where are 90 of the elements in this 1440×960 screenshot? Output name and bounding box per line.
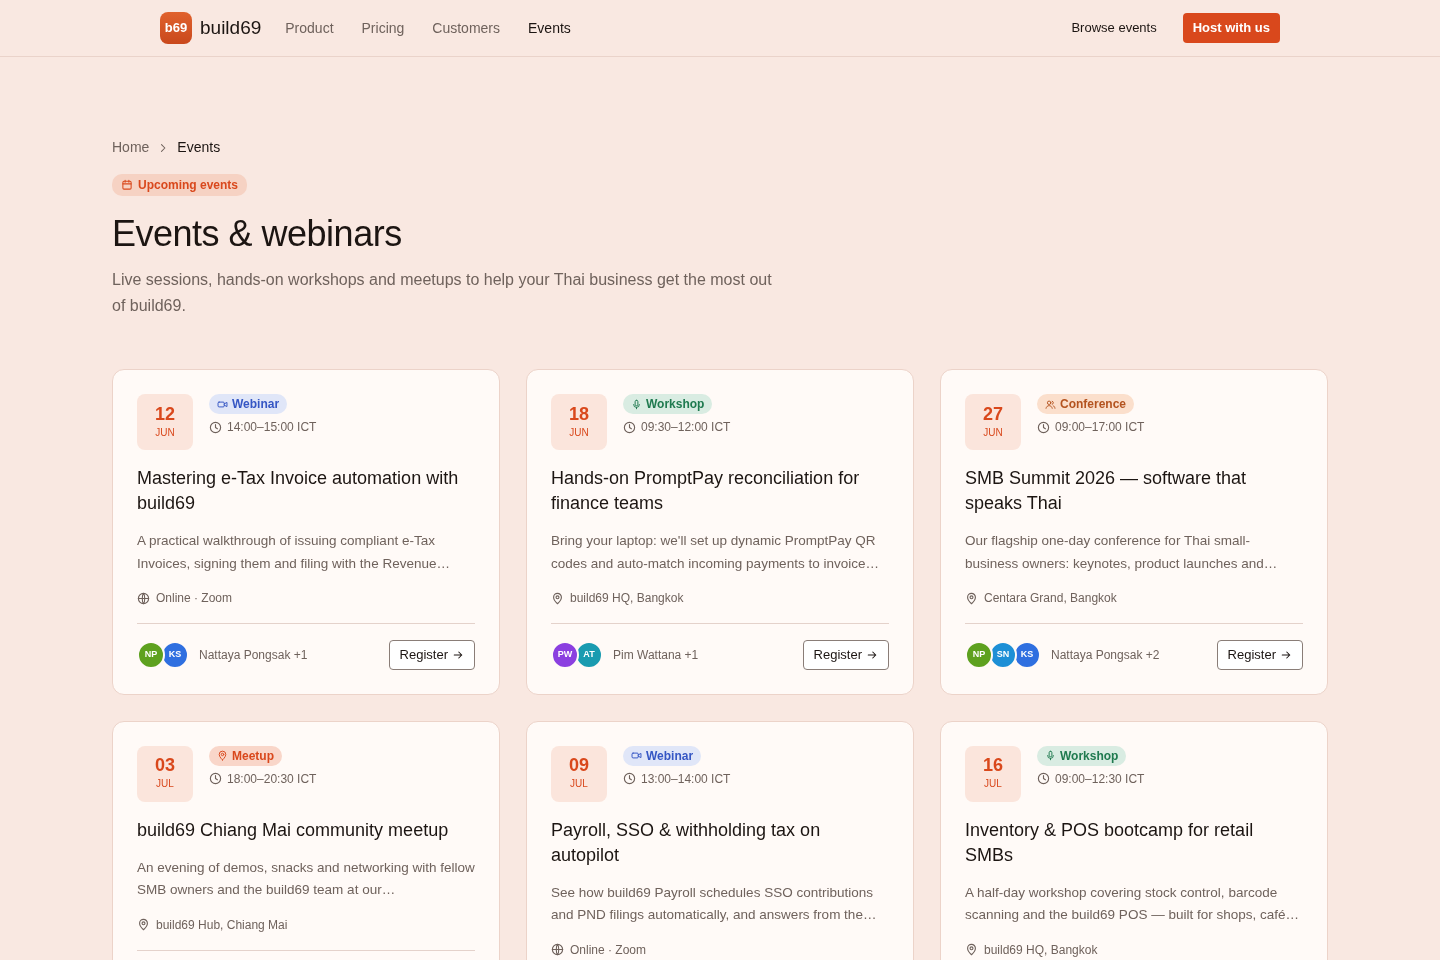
browse-events-link[interactable]: Browse events <box>1065 17 1163 39</box>
event-title: Inventory & POS bootcamp for retail SMBs <box>965 818 1255 867</box>
register-button[interactable]: Register <box>802 640 889 670</box>
event-time: 14:00–15:00 ICT <box>227 419 317 437</box>
arrow-right-icon <box>1280 648 1292 661</box>
host-button[interactable]: Host with us <box>1182 13 1280 43</box>
globe-icon <box>137 591 150 605</box>
date-day: 27 <box>983 404 1003 425</box>
date-day: 16 <box>983 756 1003 777</box>
upcoming-events-badge: Upcoming events <box>112 174 248 196</box>
host-names: Pim Wattana +1 <box>613 646 700 664</box>
video-camera-icon <box>631 750 642 762</box>
event-title: Payroll, SSO & withholding tax on autopilot <box>551 818 822 867</box>
event-description: A practical walkthrough of issuing compliant e-Tax Invoices, signing them and filing with the Revenue… <box>137 532 451 573</box>
breadcrumb-link[interactable]: Events <box>177 137 221 158</box>
nav-link[interactable]: Customers <box>418 17 514 39</box>
clock-icon <box>623 420 636 434</box>
breadcrumb-link[interactable]: Home <box>112 137 150 158</box>
location-pin-icon <box>137 918 150 932</box>
clock-icon <box>623 772 636 786</box>
microphone-icon <box>1045 750 1056 762</box>
event-title: SMB Summit 2026 — software that speaks Thai <box>965 467 1248 516</box>
date-month: JUN <box>569 425 589 440</box>
date-day: 09 <box>569 756 589 777</box>
event-type-tag: Workshop <box>623 394 713 415</box>
event-time: 09:00–17:00 ICT <box>1055 419 1145 437</box>
location-pin-icon <box>217 750 228 762</box>
location-pin-icon <box>965 943 978 957</box>
arrow-right-icon <box>452 648 464 661</box>
event-description: See how build69 Payroll schedules SSO contributions and PND filings automatically, and answers from the… <box>551 883 878 925</box>
event-type-tag: Webinar <box>623 745 702 766</box>
event-type-tag: Meetup <box>209 745 282 766</box>
date-month: JUL <box>984 777 1002 792</box>
nav-link[interactable]: Events <box>514 17 585 39</box>
globe-icon <box>551 943 564 957</box>
event-title: Hands-on PromptPay reconciliation for finance teams <box>551 467 861 516</box>
host-avatar: KS <box>161 640 189 669</box>
date-month: JUL <box>570 777 588 792</box>
calendar-icon <box>121 179 133 191</box>
nav-link[interactable]: Pricing <box>347 17 419 39</box>
clock-icon <box>1037 772 1050 786</box>
event-description: Bring your laptop: we'll set up dynamic PromptPay QR codes and auto-match incoming payments to invoice… <box>551 532 880 573</box>
date-month: JUL <box>156 777 174 792</box>
date-day: 03 <box>155 756 175 777</box>
logo-icon[interactable]: b69 <box>160 12 192 44</box>
event-location: Online · Zoom <box>570 941 647 959</box>
nav-link[interactable]: Product <box>271 17 348 39</box>
event-type-tag: Workshop <box>1037 745 1127 766</box>
location-pin-icon <box>965 591 978 605</box>
clock-icon <box>209 772 222 786</box>
event-description: A half-day workshop covering stock control, barcode scanning and the build69 POS — built for shops, café… <box>965 883 1300 925</box>
arrow-right-icon <box>866 648 878 661</box>
date-month: JUN <box>155 425 175 440</box>
host-avatar: KS <box>1013 640 1041 669</box>
event-time: 09:30–12:00 ICT <box>641 419 731 437</box>
event-time: 13:00–14:00 ICT <box>641 770 731 788</box>
event-location: build69 Hub, Chiang Mai <box>156 916 288 934</box>
date-day: 18 <box>569 404 589 425</box>
date-month: JUN <box>983 425 1003 440</box>
clock-icon <box>209 420 222 434</box>
host-avatar: NP <box>965 640 993 669</box>
event-time: 18:00–20:30 ICT <box>227 770 317 788</box>
register-button[interactable]: Register <box>388 640 475 670</box>
event-title: build69 Chiang Mai community meetup <box>137 818 450 842</box>
host-names: Nattaya Pongsak +1 <box>199 646 309 664</box>
event-description: An evening of demos, snacks and networking with fellow SMB owners and the build69 team at our… <box>137 858 475 900</box>
event-location: build69 HQ, Bangkok <box>984 941 1098 959</box>
event-type-tag: Conference <box>1037 394 1135 415</box>
host-avatar: PW <box>551 640 579 669</box>
host-avatar: SN <box>989 640 1017 669</box>
event-location: Centara Grand, Bangkok <box>984 590 1117 608</box>
event-location: build69 HQ, Bangkok <box>570 590 684 608</box>
page-intro: Live sessions, hands-on workshops and meetups to help your Thai business get the most out of build69. <box>112 270 773 317</box>
video-camera-icon <box>217 398 228 410</box>
host-avatar: NP <box>137 640 165 669</box>
event-title: Mastering e-Tax Invoice automation with build69 <box>137 467 460 516</box>
page-title: Events & webinars <box>112 212 403 256</box>
location-pin-icon <box>551 591 564 605</box>
clock-icon <box>1037 420 1050 434</box>
event-time: 09:00–12:30 ICT <box>1055 770 1145 788</box>
microphone-icon <box>631 398 642 410</box>
host-avatar: AT <box>575 640 603 669</box>
people-icon <box>1045 398 1056 410</box>
event-description: Our flagship one-day conference for Thai small-business owners: keynotes, product launches and… <box>965 532 1279 573</box>
host-names: Nattaya Pongsak +2 <box>1051 646 1161 664</box>
date-day: 12 <box>155 404 175 425</box>
event-type-tag: Webinar <box>209 394 288 415</box>
register-button[interactable]: Register <box>1216 640 1303 670</box>
event-location: Online · Zoom <box>156 590 233 608</box>
brand-name[interactable]: build69 <box>200 13 262 43</box>
